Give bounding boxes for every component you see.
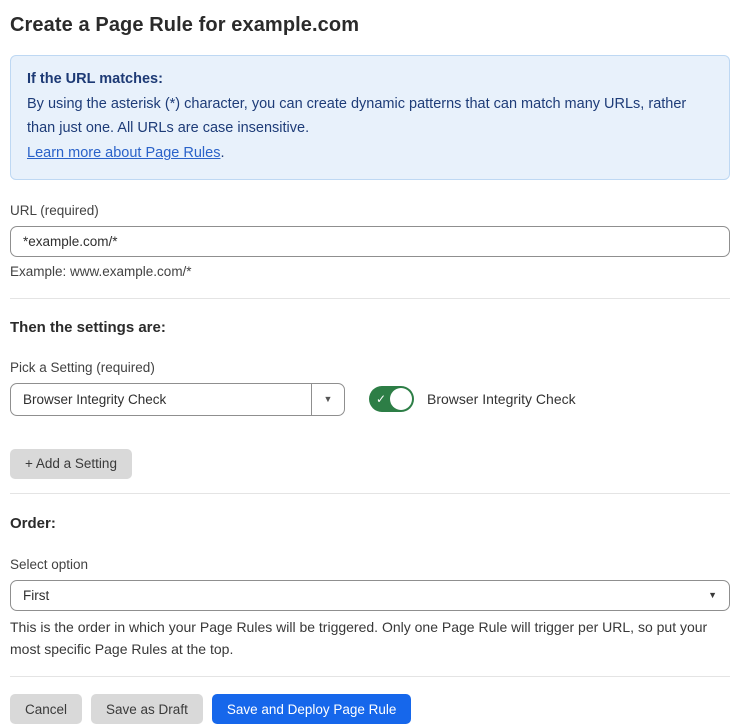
- chevron-down-icon[interactable]: ▼: [311, 384, 344, 415]
- url-field-label: URL (required): [10, 203, 730, 218]
- order-select[interactable]: First ▼: [10, 580, 730, 611]
- url-matches-info-box: If the URL matches: By using the asteris…: [10, 55, 730, 180]
- settings-section-heading: Then the settings are:: [10, 319, 730, 336]
- link-suffix: .: [220, 145, 224, 161]
- learn-more-link[interactable]: Learn more about Page Rules: [27, 145, 220, 161]
- setting-select[interactable]: Browser Integrity Check ▼: [10, 383, 345, 416]
- info-box-link-line: Learn more about Page Rules.: [27, 142, 713, 165]
- order-select-label: Select option: [10, 557, 730, 572]
- divider: [10, 298, 730, 299]
- setting-row: Browser Integrity Check ▼ ✓ Browser Inte…: [10, 383, 730, 416]
- divider: [10, 493, 730, 494]
- create-page-rule-form: Create a Page Rule for example.com If th…: [0, 0, 750, 720]
- toggle-label: Browser Integrity Check: [427, 391, 576, 407]
- divider: [10, 676, 730, 677]
- browser-integrity-toggle[interactable]: ✓: [369, 386, 414, 412]
- page-title: Create a Page Rule for example.com: [10, 14, 730, 37]
- setting-select-value: Browser Integrity Check: [11, 384, 311, 415]
- check-icon: ✓: [376, 393, 386, 405]
- setting-toggle-group: ✓ Browser Integrity Check: [369, 386, 576, 412]
- info-box-heading: If the URL matches:: [27, 68, 713, 91]
- url-input[interactable]: [10, 226, 730, 257]
- url-example-hint: Example: www.example.com/*: [10, 264, 730, 279]
- add-setting-button[interactable]: + Add a Setting: [10, 449, 132, 479]
- order-help-text: This is the order in which your Page Rul…: [10, 617, 730, 660]
- pick-setting-label: Pick a Setting (required): [10, 360, 730, 375]
- info-box-body: By using the asterisk (*) character, you…: [27, 93, 707, 140]
- toggle-knob: [390, 388, 412, 410]
- chevron-down-icon: ▼: [708, 590, 729, 600]
- order-select-value: First: [11, 588, 708, 603]
- order-section-heading: Order:: [10, 515, 730, 532]
